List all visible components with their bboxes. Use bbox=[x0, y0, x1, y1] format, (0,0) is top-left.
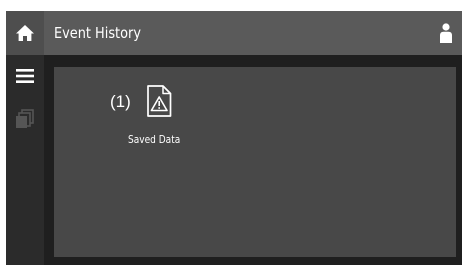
documents-icon bbox=[16, 109, 34, 128]
page-title: Event History bbox=[54, 24, 141, 42]
event-history-panel: (1) Saved Data bbox=[54, 67, 456, 257]
user-button[interactable] bbox=[436, 21, 456, 45]
home-button[interactable] bbox=[6, 11, 44, 55]
menu-icon bbox=[16, 69, 34, 83]
event-label: Saved Data bbox=[128, 133, 181, 146]
app-window: Event History (1) Saved Data bbox=[6, 11, 462, 265]
warning-document-icon bbox=[147, 85, 172, 117]
documents-button[interactable] bbox=[6, 103, 44, 135]
user-icon bbox=[440, 23, 452, 43]
menu-button[interactable] bbox=[6, 61, 44, 91]
event-item-saved-data[interactable]: (1) Saved Data bbox=[110, 85, 250, 155]
header-bar: Event History bbox=[44, 11, 462, 55]
home-icon bbox=[16, 25, 34, 41]
sidebar bbox=[6, 11, 44, 265]
event-count: (1) bbox=[110, 92, 131, 111]
